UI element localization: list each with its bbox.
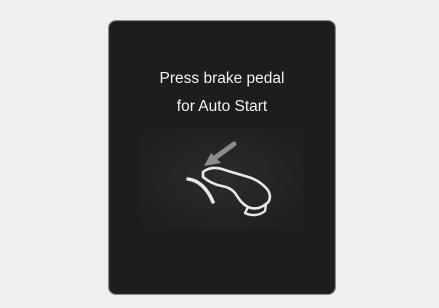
press-down-arrow-icon (204, 141, 237, 166)
message-line-2: for Auto Start (176, 98, 268, 115)
cluster-display: Press brake pedal for Auto Start (108, 20, 336, 295)
auto-start-message: Press brake pedal for Auto Start (109, 65, 335, 121)
brake-illustration (141, 127, 305, 229)
message-line-1: Press brake pedal (159, 70, 285, 87)
